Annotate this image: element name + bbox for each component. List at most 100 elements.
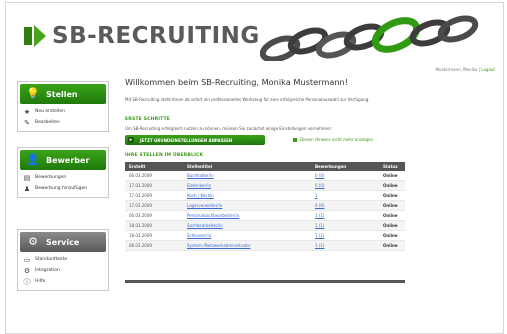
sidebar-item-label: Integration bbox=[35, 268, 60, 273]
column-header[interactable]: Erstellt bbox=[125, 162, 183, 171]
gears-icon: ⚙ bbox=[28, 235, 38, 248]
sidebar-item-label: Bewerbungen bbox=[35, 175, 67, 180]
cell-date: 06.03.2009 bbox=[125, 171, 183, 181]
status-cell: Online bbox=[379, 200, 405, 211]
status-cell: Online bbox=[379, 180, 405, 191]
cell-date: 18.03.2009 bbox=[125, 230, 183, 241]
table-row: 06.03.2009 Buchhalter/in 0 (0) Online bbox=[125, 171, 405, 181]
cell-date: 06.03.2009 bbox=[125, 240, 183, 251]
user-name: Mustermann, Monika bbox=[435, 67, 478, 72]
table-row: 17.03.2009 Lagerverwalter/in 0 (0) Online bbox=[125, 200, 405, 211]
lightbulb-icon: 💡 bbox=[26, 87, 40, 100]
sidebar-box-service: ⚙ Service ▭ Standardtexte ⚙ Integration … bbox=[17, 229, 109, 291]
status-cell: Online bbox=[379, 171, 405, 181]
user-add-icon: ♟ bbox=[23, 184, 31, 193]
app-frame: SB-RECRUITING Mustermann, Monika | Logou… bbox=[5, 2, 504, 334]
applications-link[interactable]: 0 (0) bbox=[311, 171, 379, 181]
sidebar-header-bewerber[interactable]: 👤 Bewerber bbox=[20, 150, 106, 170]
applications-link[interactable]: 1 (1) bbox=[311, 210, 379, 221]
job-title-link[interactable]: Schlosser/in bbox=[183, 230, 311, 241]
job-title-link[interactable]: Koch / Köchin bbox=[183, 190, 311, 201]
table-row: 17.03.2009 Elektriker/in 0 (0) Online bbox=[125, 180, 405, 191]
hide-hint-label: Diesen Hinweis nicht mehr anzeigen bbox=[300, 137, 374, 142]
status-cell: Online bbox=[379, 190, 405, 201]
gear-icon: ⚙ bbox=[23, 266, 31, 275]
applications-link[interactable]: 1 (1) bbox=[311, 240, 379, 251]
job-title-link[interactable]: Sachbearbeiter/in bbox=[183, 220, 311, 231]
sidebar-item-hilfe[interactable]: ⓘ Hilfe bbox=[18, 276, 108, 287]
table-row: 06.03.2009 Personalsachbearbeiter/in 1 (1)… bbox=[125, 210, 405, 221]
section-title-jobs: IHRE STELLEN IM ÜBERBLICK bbox=[125, 153, 204, 158]
cell-date: 17.03.2009 bbox=[125, 190, 183, 201]
sidebar-item-bearbeiten[interactable]: ✎ Bearbeiten bbox=[18, 117, 108, 128]
sidebar-box-bewerber: 👤 Bewerber ▤ Bewerbungen ♟ Bewerbung hin… bbox=[17, 147, 109, 198]
chain-illustration bbox=[260, 15, 479, 61]
hide-hint-link[interactable]: Diesen Hinweis nicht mehr anzeigen bbox=[293, 137, 373, 142]
table-row: 06.03.2009 System-/Netzwerkadministrator 1… bbox=[125, 240, 405, 251]
page-title: Willkommen beim SB-Recruiting, Monika Mu… bbox=[125, 77, 348, 87]
sidebar-item-label: Neu erstellen bbox=[35, 109, 66, 114]
status-cell: Online bbox=[379, 220, 405, 231]
table-footer-bar bbox=[125, 280, 405, 283]
table-row: 18.03.2009 Schlosser/in 1 (1) Online bbox=[125, 230, 405, 241]
applications-link[interactable]: 1 (1) bbox=[311, 220, 379, 231]
arrow-right-icon: ▸ bbox=[128, 137, 134, 143]
cell-date: 06.03.2009 bbox=[125, 210, 183, 221]
status-cell: Online bbox=[379, 210, 405, 221]
document-icon: ▭ bbox=[23, 255, 31, 264]
job-title-link[interactable]: Buchhalter/in bbox=[183, 171, 311, 181]
adjust-settings-button[interactable]: ▸ JETZT GRUNDEINSTELLUNGEN ANPASSEN bbox=[125, 135, 265, 145]
sidebar-item-neu-erstellen[interactable]: ★ Neu erstellen bbox=[18, 106, 108, 117]
sidebar-title: Bewerber bbox=[46, 155, 90, 165]
button-label: JETZT GRUNDEINSTELLUNGEN ANPASSEN bbox=[140, 137, 233, 143]
brand-name: SB-RECRUITING bbox=[52, 23, 260, 49]
person-icon: 👤 bbox=[26, 153, 40, 166]
sidebar-item-label: Bewerbung hinzufügen bbox=[35, 186, 88, 191]
sidebar-item-label: Bearbeiten bbox=[35, 120, 60, 125]
sidebar-header-stellen[interactable]: 💡 Stellen bbox=[20, 84, 106, 104]
column-header[interactable]: Status bbox=[379, 162, 405, 171]
inbox-icon: ▤ bbox=[23, 173, 31, 182]
sidebar-item-label: Hilfe bbox=[35, 279, 46, 284]
sidebar-item-standardtexte[interactable]: ▭ Standardtexte bbox=[18, 254, 108, 265]
logo-mark-icon bbox=[24, 25, 46, 47]
square-bullet-icon bbox=[293, 138, 297, 142]
sidebar-item-label: Standardtexte bbox=[35, 257, 68, 262]
applications-link[interactable]: 1 (1) bbox=[311, 230, 379, 241]
help-icon: ⓘ bbox=[23, 277, 31, 286]
star-icon: ★ bbox=[23, 107, 31, 116]
sidebar-title: Stellen bbox=[46, 89, 78, 99]
cell-date: 17.03.2009 bbox=[125, 180, 183, 191]
sidebar-box-stellen: 💡 Stellen ★ Neu erstellen ✎ Bearbeiten bbox=[17, 81, 109, 132]
job-title-link[interactable]: System-/Netzwerkadministrator bbox=[183, 240, 311, 251]
table-row: 18.03.2009 Sachbearbeiter/in 1 (1) Online bbox=[125, 220, 405, 231]
status-cell: Online bbox=[379, 240, 405, 251]
jobs-table: Erstellt Stellentitel Bewerbungen Status… bbox=[125, 162, 405, 251]
applications-link[interactable]: 0 (0) bbox=[311, 200, 379, 211]
header: SB-RECRUITING Mustermann, Monika | Logou… bbox=[6, 3, 503, 72]
intro-text: Mit SB-Recruiting steht Ihnen ab sofort … bbox=[125, 97, 370, 102]
column-header[interactable]: Bewerbungen bbox=[311, 162, 379, 171]
column-header[interactable]: Stellentitel bbox=[183, 162, 311, 171]
cell-date: 17.03.2009 bbox=[125, 200, 183, 211]
table-row: 17.03.2009 Koch / Köchin 1 Online bbox=[125, 190, 405, 201]
job-title-link[interactable]: Personalsachbearbeiter/in bbox=[183, 210, 311, 221]
sidebar-header-service[interactable]: ⚙ Service bbox=[20, 232, 106, 252]
sidebar-item-bewerbung-hinzufuegen[interactable]: ♟ Bewerbung hinzufügen bbox=[18, 183, 108, 194]
applications-link[interactable]: 1 bbox=[311, 190, 379, 201]
status-cell: Online bbox=[379, 230, 405, 241]
job-title-link[interactable]: Elektriker/in bbox=[183, 180, 311, 191]
job-title-link[interactable]: Lagerverwalter/in bbox=[183, 200, 311, 211]
logo[interactable]: SB-RECRUITING bbox=[24, 23, 260, 49]
sidebar-title: Service bbox=[46, 237, 80, 247]
cell-date: 18.03.2009 bbox=[125, 220, 183, 231]
sidebar-item-integration[interactable]: ⚙ Integration bbox=[18, 265, 108, 276]
first-steps-text: Um SB-Recruiting erfolgreich nutzen zu k… bbox=[125, 126, 332, 131]
applications-link[interactable]: 0 (0) bbox=[311, 180, 379, 191]
pencil-icon: ✎ bbox=[24, 118, 30, 127]
sidebar-item-bewerbungen[interactable]: ▤ Bewerbungen bbox=[18, 172, 108, 183]
user-info: Mustermann, Monika | Logout bbox=[435, 67, 495, 72]
logout-link[interactable]: Logout bbox=[481, 67, 495, 72]
section-title-first-steps: ERSTE SCHRITTE bbox=[125, 117, 171, 122]
table-header-row: Erstellt Stellentitel Bewerbungen Status bbox=[125, 162, 405, 171]
